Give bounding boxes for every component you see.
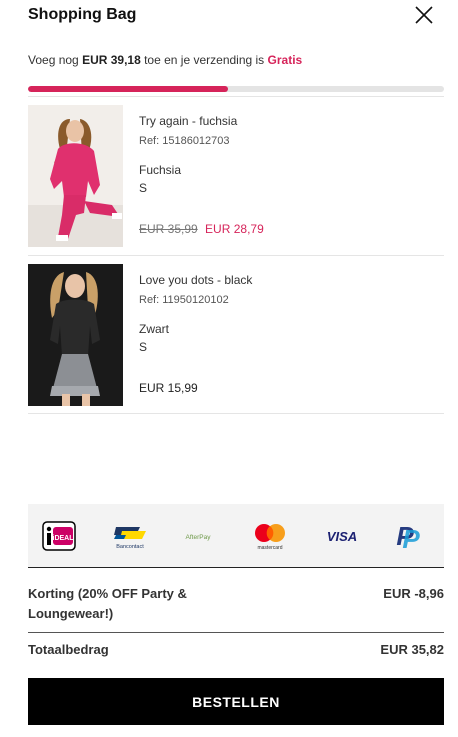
summary-divider [28,632,444,633]
shipping-prefix: Voeg nog [28,53,83,67]
svg-text:Bancontact: Bancontact [116,544,144,550]
ideal-icon: iDEAL [42,520,76,552]
svg-text:mastercard: mastercard [257,545,282,551]
free-shipping-message: Voeg nog EUR 39,18 toe en je verzending … [28,53,302,67]
product-sale-price: EUR 28,79 [205,222,264,236]
visa-icon: VISA [322,520,362,552]
close-icon[interactable] [414,5,434,25]
product-color: Fuchsia [139,163,182,177]
product-old-price: EUR 35,99 [139,222,198,236]
product-size: S [139,181,148,195]
product-ref: Ref: 11950120102 [139,294,229,306]
shipping-progress-fill [28,86,228,92]
product-ref: Ref: 15186012703 [139,135,230,147]
discount-value: EUR -8,96 [383,586,444,601]
shipping-amount: EUR 39,18 [82,53,141,67]
product-size: S [139,340,148,354]
cart-item: Love you dots - black Ref: 11950120102 Z… [28,255,444,414]
shipping-progress-bar [28,86,444,92]
total-label: Totaalbedrag [28,642,109,657]
product-image-fuchsia[interactable] [28,105,123,247]
afterpay-icon: AfterPay [178,520,218,552]
mastercard-icon: mastercard [250,520,290,552]
product-name[interactable]: Try again - fuchsia [139,114,237,128]
cart-items: Try again - fuchsia Ref: 15186012703 Fuc… [28,96,444,414]
bancontact-icon: Bancontact [110,520,150,552]
product-prices: EUR 15,99 [139,381,198,395]
close-button[interactable] [414,5,434,25]
payment-methods: iDEAL Bancontact AfterPay mastercard VIS… [28,504,444,568]
product-name[interactable]: Love you dots - black [139,273,252,287]
checkout-button[interactable]: BESTELLEN [28,678,444,725]
svg-text:P: P [402,524,420,553]
bag-header: Shopping Bag [28,0,444,30]
total-value: EUR 35,82 [380,642,444,657]
product-image-black[interactable] [28,264,123,406]
product-color: Zwart [139,322,169,336]
shipping-free-label: Gratis [267,53,303,67]
svg-text:VISA: VISA [327,529,357,544]
total-row: Totaalbedrag EUR 35,82 [28,642,444,662]
product-price: EUR 15,99 [139,381,198,395]
shipping-middle: toe en je verzending is [140,53,268,67]
product-prices: EUR 35,99 EUR 28,79 [139,222,264,236]
svg-text:AfterPay: AfterPay [186,534,212,541]
discount-label: Korting (20% OFF Party & Loungewear!) [28,586,187,621]
svg-text:iDEAL: iDEAL [53,535,75,542]
paypal-icon: P P [394,520,424,553]
cart-item: Try again - fuchsia Ref: 15186012703 Fuc… [28,96,444,255]
page-title: Shopping Bag [28,6,137,23]
